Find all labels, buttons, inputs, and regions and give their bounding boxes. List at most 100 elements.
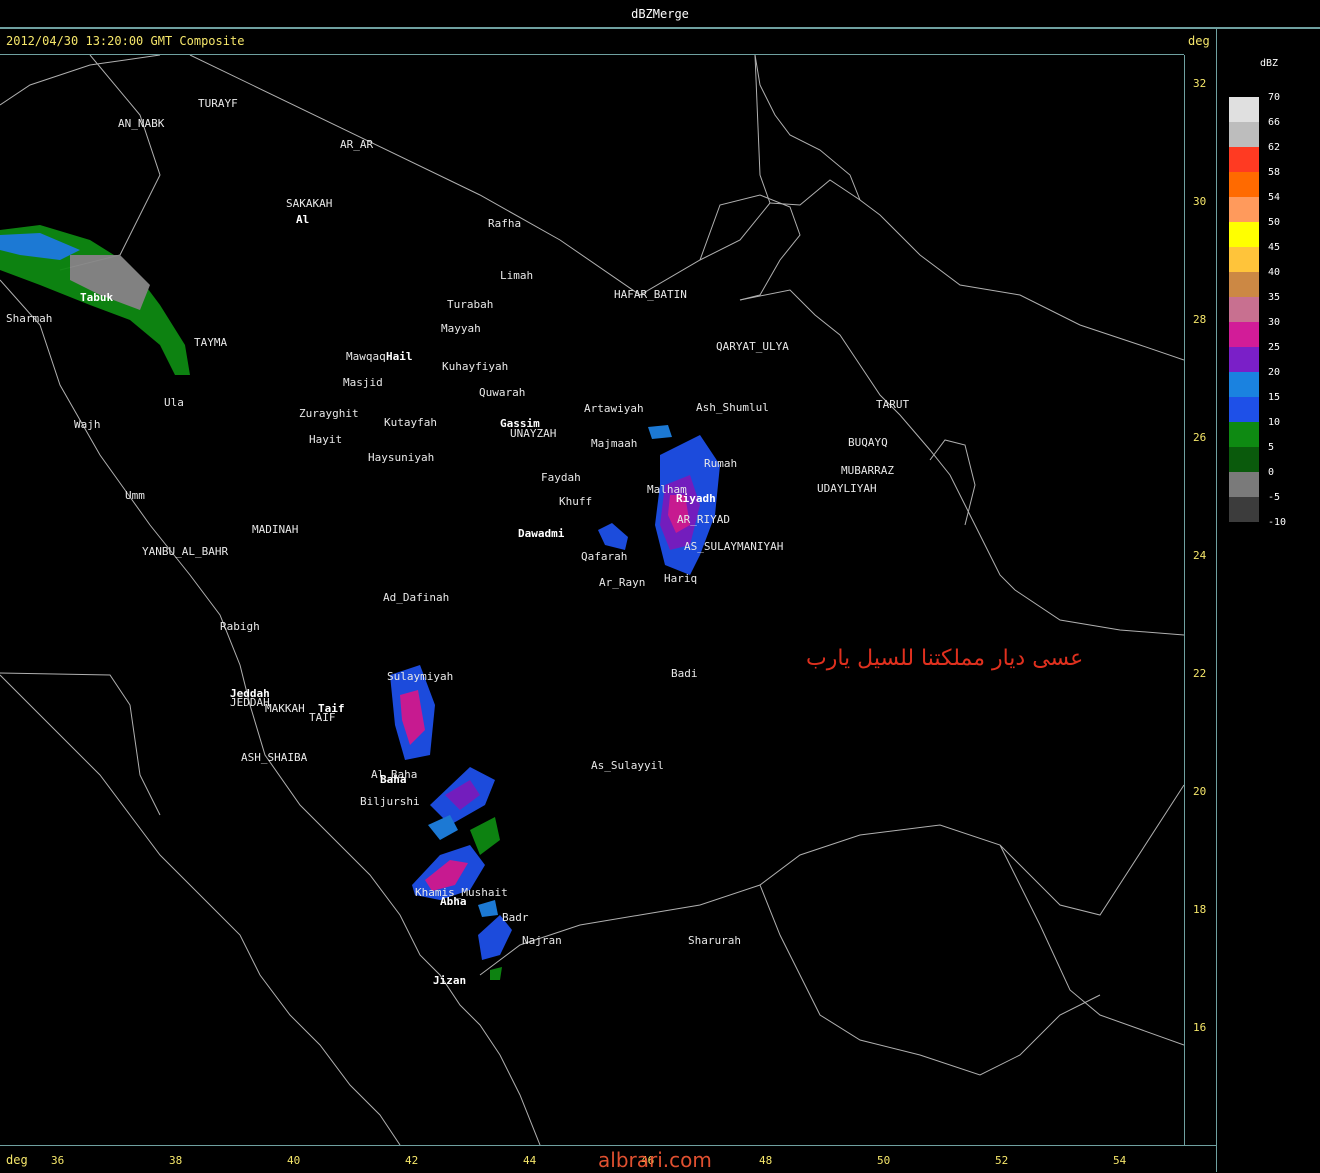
legend-value-label: 30 <box>1268 317 1281 328</box>
echo-majmaah <box>648 425 672 439</box>
arabic-annotation: عسى ديار مملكتنا للسيل يارب <box>806 646 1084 671</box>
city-label: UDAYLIYAH <box>817 482 877 495</box>
legend-swatch <box>1229 222 1259 247</box>
city-label: Rabigh <box>220 620 260 633</box>
city-label: QARYAT_ULYA <box>716 340 789 353</box>
legend-swatch <box>1229 147 1259 172</box>
echo-badr <box>478 900 498 917</box>
echo-jizan <box>490 967 502 980</box>
radar-map[interactable]: TURAYF AN_NABK AR_AR SAKAKAH Al Rafha Li… <box>0 55 1184 1145</box>
city-label: Quwarah <box>479 386 526 399</box>
border-kuwait <box>699 194 801 301</box>
city-label: TARUT <box>876 398 910 411</box>
legend-value-label: 20 <box>1268 367 1281 378</box>
city-label: MADINAH <box>252 523 299 536</box>
gulf-coast <box>739 289 1184 636</box>
legend-value-label: 50 <box>1268 217 1281 228</box>
city-label: TURAYF <box>198 97 238 110</box>
city-label: MUBARRAZ <box>841 464 894 477</box>
city-label: ASH_SHAIBA <box>241 751 308 764</box>
yemen-border <box>479 784 1184 976</box>
city-label: Biljurshi <box>360 795 420 808</box>
city-label: AR_RIYAD <box>677 513 730 526</box>
city-label: AN_NABK <box>118 117 165 130</box>
city-label: Sharurah <box>688 934 741 947</box>
lat-tick-label: 28 <box>1193 313 1207 326</box>
map-canvas <box>0 55 1184 1145</box>
city-label: Qafarah <box>581 550 628 563</box>
legend-value-label: 66 <box>1268 117 1281 128</box>
lat-tick-label: 32 <box>1193 77 1207 90</box>
legend-value-label: 54 <box>1268 192 1281 203</box>
city-label: JEDDAH <box>230 696 270 709</box>
city-label: Artawiyah <box>584 402 644 415</box>
city-label: Dawadmi <box>518 527 565 540</box>
city-label: Sharmah <box>6 312 53 325</box>
legend-swatch <box>1229 297 1259 322</box>
city-label: Sulaymiyah <box>387 670 454 683</box>
city-label: Limah <box>500 269 534 282</box>
city-label: Kutayfah <box>384 416 437 429</box>
watermark-text: albrari.com <box>598 1148 712 1172</box>
echo-green-east <box>470 817 500 855</box>
city-label: SAKAKAH <box>286 197 333 210</box>
city-label: Mawqaq <box>346 350 386 363</box>
city-label: Tabuk <box>80 291 114 304</box>
city-label: Ula <box>164 396 184 409</box>
legend-swatch <box>1229 97 1259 122</box>
oman-border <box>999 844 1184 1046</box>
legend-value-label: 40 <box>1268 267 1281 278</box>
legend-swatch <box>1229 272 1259 297</box>
city-label: Majmaah <box>591 437 638 450</box>
city-label: Riyadh <box>676 492 716 505</box>
frame-top-line <box>0 28 1320 29</box>
city-label: Badr <box>502 911 529 924</box>
city-label: AR_AR <box>340 138 374 151</box>
city-label: Masjid <box>343 376 383 389</box>
lon-tick-label: 52 <box>995 1154 1009 1167</box>
legend-swatch <box>1229 172 1259 197</box>
city-label: BUQAYQ <box>848 436 888 449</box>
legend-swatch <box>1229 122 1259 147</box>
africa-border <box>0 672 161 816</box>
city-label: TAIF <box>309 711 336 724</box>
lon-tick-label: 48 <box>759 1154 773 1167</box>
city-label: Jizan <box>433 974 467 987</box>
city-label: Badi <box>671 667 698 680</box>
legend-value-label: 35 <box>1268 292 1281 303</box>
yemen-south <box>759 884 1101 1076</box>
city-label: Umm <box>125 489 145 502</box>
city-label: Rumah <box>704 457 738 470</box>
iran-inland <box>754 55 861 201</box>
legend-swatch <box>1229 472 1259 497</box>
legend-swatch <box>1229 347 1259 372</box>
lat-tick-label: 26 <box>1193 431 1207 444</box>
city-label: Turabah <box>447 298 494 311</box>
legend-unit-label: dBZ <box>1260 58 1279 69</box>
border-lines <box>0 55 1184 1145</box>
lon-tick-label: 40 <box>287 1154 301 1167</box>
city-label: Rafha <box>488 217 522 230</box>
lat-tick-label: 24 <box>1193 549 1207 562</box>
border-jordan <box>0 55 161 106</box>
border-iraq <box>189 55 771 296</box>
legend-value-label: 25 <box>1268 342 1281 353</box>
city-label: TAYMA <box>194 336 228 349</box>
legend-swatch <box>1229 247 1259 272</box>
legend-value-label: -10 <box>1268 517 1287 528</box>
lon-tick-label: 50 <box>877 1154 891 1167</box>
lon-tick-label: 54 <box>1113 1154 1127 1167</box>
lat-tick-label: 22 <box>1193 667 1207 680</box>
window-title: dBZMerge <box>631 7 689 21</box>
iran-coast <box>769 179 1184 361</box>
city-label: Baha <box>380 773 407 786</box>
lat-tick-label: 20 <box>1193 785 1207 798</box>
lon-tick-label: 42 <box>405 1154 419 1167</box>
legend-swatch <box>1229 197 1259 222</box>
legend-swatch <box>1229 447 1259 472</box>
qatar <box>929 439 976 526</box>
legend-swatch <box>1229 422 1259 447</box>
legend-value-label: 45 <box>1268 242 1281 253</box>
city-label: Mayyah <box>441 322 481 335</box>
city-label: Zurayghit <box>299 407 359 420</box>
